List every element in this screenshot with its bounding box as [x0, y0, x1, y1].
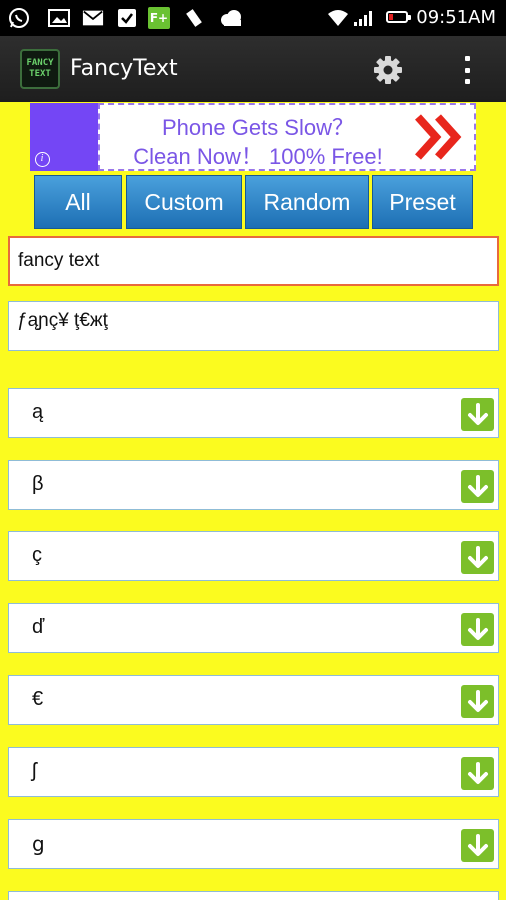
tab-custom[interactable]: Custom [126, 175, 242, 229]
list-item[interactable]: ʃ [8, 747, 499, 797]
download-arrow-icon[interactable] [461, 541, 494, 574]
list-item-partial[interactable] [8, 891, 499, 900]
cell-signal-icon [352, 7, 376, 29]
tab-preset[interactable]: Preset [372, 175, 473, 229]
settings-gear-icon[interactable] [372, 54, 404, 86]
ad-info-icon[interactable]: i [30, 147, 54, 171]
whatsapp-icon [8, 7, 30, 29]
ad-subline: Clean Now！ 100% Free! [133, 144, 383, 169]
clock: 09:51AM [416, 7, 496, 28]
list-item[interactable]: ď [8, 603, 499, 653]
char-label: ց [32, 834, 45, 856]
tab-all[interactable]: All [34, 175, 122, 229]
char-label: ą [32, 401, 44, 423]
overflow-menu-icon[interactable] [458, 53, 476, 87]
char-label: ď [32, 616, 45, 638]
char-label: ʃ [32, 760, 37, 782]
app-logo: FANCY TEXT [20, 49, 60, 89]
app-f-plus-icon: F+ [148, 7, 170, 29]
list-item[interactable]: ç [8, 531, 499, 581]
double-chevron-right-icon [415, 114, 462, 160]
ad-headline: Phone Gets Slow？ [162, 115, 354, 140]
gmail-icon [82, 7, 104, 29]
download-arrow-icon[interactable] [461, 398, 494, 431]
tab-random[interactable]: Random [245, 175, 369, 229]
char-label: β [32, 473, 44, 495]
char-label: ç [32, 544, 42, 566]
list-item[interactable]: ą [8, 388, 499, 438]
list-item[interactable]: ց [8, 819, 499, 869]
action-bar: FANCY TEXT FancyText [0, 36, 506, 102]
download-arrow-icon[interactable] [461, 685, 494, 718]
weather-cloud-icon [218, 7, 244, 29]
image-icon [48, 7, 70, 29]
list-item[interactable]: β [8, 460, 499, 510]
ad-banner[interactable]: Phone Gets Slow？ Clean Now！ 100% Free! [30, 103, 476, 171]
battery-low-icon [386, 11, 411, 23]
download-arrow-icon[interactable] [461, 613, 494, 646]
signal-antenna-icon [184, 7, 206, 29]
char-label: € [32, 688, 44, 710]
app-title: FancyText [70, 56, 178, 81]
download-arrow-icon[interactable] [461, 470, 494, 503]
download-arrow-icon[interactable] [461, 757, 494, 790]
app-logo-line2: TEXT [29, 69, 51, 79]
list-item[interactable]: € [8, 675, 499, 725]
checklist-icon [116, 7, 138, 29]
text-input[interactable]: fancy text [8, 236, 499, 286]
app-logo-line1: FANCY [26, 58, 54, 68]
wifi-icon [326, 7, 350, 29]
status-bar: F+ 09:51AM [0, 0, 506, 36]
fancy-output-field[interactable]: ƒąɲç¥ ţ€жţ [8, 301, 499, 351]
download-arrow-icon[interactable] [461, 829, 494, 862]
